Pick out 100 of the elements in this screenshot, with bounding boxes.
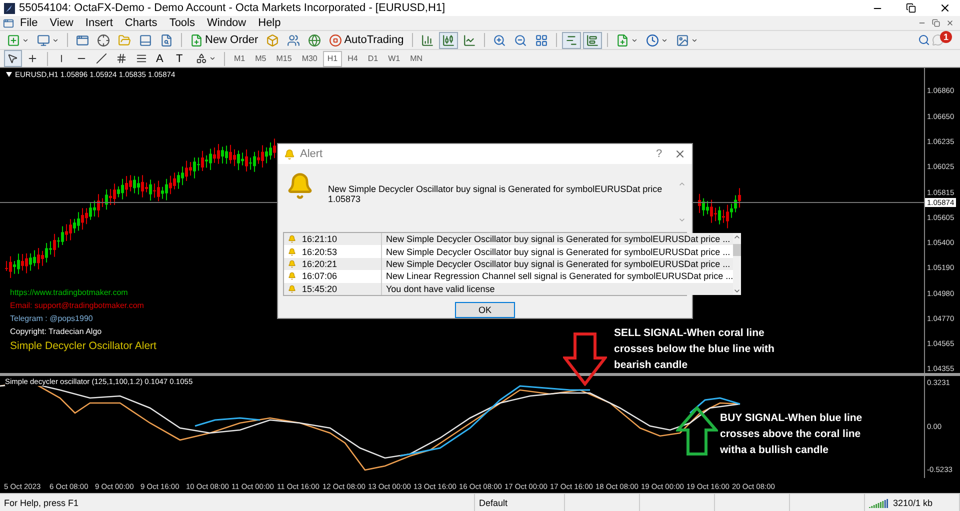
timeframe-tab[interactable]: M15 <box>272 50 296 67</box>
dialog-title: Alert <box>300 148 324 160</box>
down-arrow-icon <box>563 332 607 386</box>
crosshair-icon <box>97 34 110 47</box>
new-chart-icon <box>7 34 20 47</box>
alert-row-message: New Simple Decycler Oscillator buy signal is Generated for symbolEURUSDat price ... <box>385 258 732 269</box>
candlestick-icon <box>442 34 455 47</box>
text-tool-button[interactable]: T <box>173 50 191 68</box>
zoom-out-icon <box>514 34 527 47</box>
bell-icon <box>286 172 314 200</box>
alert-time: 16:20:21 <box>302 258 338 269</box>
folder-icon <box>118 34 131 47</box>
menu-item[interactable]: Help <box>252 16 287 30</box>
monitor-icon <box>37 34 50 47</box>
timeframe-tab[interactable]: H1 <box>323 50 342 67</box>
bell-icon <box>288 284 296 293</box>
close-button[interactable] <box>946 19 954 27</box>
shapes-icon <box>196 53 207 64</box>
info-text: Copyright: Tradecian Algo <box>10 327 103 336</box>
toolbar-button[interactable] <box>4 50 22 68</box>
autotrading-button[interactable]: AutoTrading <box>326 32 407 49</box>
signal-bars-icon <box>869 498 889 508</box>
bell-icon <box>288 235 296 244</box>
lines-icon <box>136 53 147 64</box>
info-text: Telegram : @pops1990 <box>10 314 94 324</box>
restore-button[interactable] <box>932 19 940 27</box>
close-icon <box>939 2 951 14</box>
file-search-icon <box>160 34 173 47</box>
restore-icon <box>906 3 916 13</box>
alert-time: 16:07:06 <box>302 271 338 282</box>
globe-icon <box>308 34 322 47</box>
indicator-title: Simple Decycler Oscillator Alert <box>10 340 156 352</box>
alert-message: New Simple Decycler Oscillator buy signal is Generated for symbolEURUSDat price 1.05873 <box>328 182 664 206</box>
bell-icon <box>288 272 296 280</box>
text-tool-button[interactable]: A <box>153 50 171 68</box>
file-plus-icon <box>616 34 629 47</box>
timeframe-tab[interactable]: M30 <box>298 50 322 67</box>
new-order-button[interactable]: New Order <box>187 32 262 49</box>
grid-icon <box>534 34 548 47</box>
menu-item[interactable]: Insert <box>79 16 119 30</box>
alert-row-message: You dont have valid license <box>385 284 496 294</box>
menu-item[interactable]: Window <box>201 16 252 30</box>
alert-time: 16:20:53 <box>302 246 338 257</box>
menu-item[interactable]: View <box>44 16 80 30</box>
document-icon <box>3 18 14 28</box>
users-icon <box>287 34 300 47</box>
line-chart-icon <box>462 34 476 47</box>
app-icon <box>4 2 15 14</box>
window-title: 55054104: OctaFX-Demo - Demo Account - Octa Markets Incorporated - [EURUSD,H1] <box>19 2 446 14</box>
window-icon <box>76 34 89 47</box>
timeframe-tab[interactable]: MN <box>406 50 427 67</box>
status-text: For Help, press F1 <box>4 498 79 508</box>
timeframe-tab[interactable]: D1 <box>364 50 382 67</box>
alert-row-message: New Linear Regression Channel sell signal is Generated for symbolEURUSDat price ... <box>385 271 734 282</box>
alert-row-message: New Simple Decycler Oscillator buy signal is Generated for symbolEURUSDat price ... <box>385 234 732 244</box>
menu-item[interactable]: File <box>14 16 44 30</box>
up-arrow-icon <box>676 406 718 456</box>
file-plus-icon <box>190 34 203 47</box>
profile-name: Default <box>479 498 508 508</box>
cursor-icon <box>7 53 18 64</box>
bar-chart-icon <box>420 34 434 47</box>
close-icon[interactable] <box>674 148 686 160</box>
menu-item[interactable]: Tools <box>163 16 201 30</box>
trendline-icon <box>96 53 107 64</box>
traffic-text: 3210/1 kb <box>893 498 933 508</box>
bell-icon <box>284 148 295 160</box>
ok-button[interactable]: OK <box>455 302 515 318</box>
bell-icon <box>288 260 296 268</box>
scroll-thumb[interactable] <box>733 244 742 256</box>
annotation-text: SELL SIGNAL-When coral line crosses below the blue line with bearish candle <box>614 326 774 374</box>
alert-time: 16:21:10 <box>302 234 338 244</box>
alert-row[interactable]: 16:20:21 New Simple Decycler Oscillator buy signal is Generated for symbolEURUSDat price ... <box>284 258 734 270</box>
annotation-text: BUY SIGNAL-When blue line crosses above the coral line witha a bullish candle <box>720 411 862 458</box>
clock-icon <box>646 34 659 47</box>
panel-icon <box>139 34 152 47</box>
info-text: https://www.tradingbotmaker.com <box>10 288 129 298</box>
alert-row[interactable]: 16:21:10 New Simple Decycler Oscillator buy signal is Generated for symbolEURUSDat price ... <box>284 232 734 246</box>
box-icon <box>266 34 280 47</box>
zoom-in-icon <box>492 34 506 47</box>
bell-icon <box>288 248 296 256</box>
caret-icon <box>6 72 12 78</box>
timeframe-tab[interactable]: H4 <box>344 50 362 67</box>
toolbar-button[interactable] <box>438 32 458 49</box>
alert-row-message: New Simple Decycler Oscillator buy signal is Generated for symbolEURUSDat price ... <box>385 246 732 257</box>
toolbar-button[interactable] <box>582 32 602 49</box>
search-icon[interactable] <box>918 34 930 46</box>
stop-icon <box>329 34 342 47</box>
info-text: Email: support@tradingbotmaker.com <box>10 301 145 310</box>
image-icon <box>676 34 689 47</box>
toolbar-button[interactable] <box>562 32 581 49</box>
timeframe-tab[interactable]: M5 <box>251 50 270 67</box>
alert-row[interactable]: 15:45:20 You dont have valid license <box>284 282 734 295</box>
help-button[interactable]: ? <box>649 147 669 162</box>
notification-badge: 1 <box>940 31 952 44</box>
alert-time: 15:45:20 <box>302 284 338 294</box>
timeframe-tab[interactable]: W1 <box>384 50 404 67</box>
chat-icon[interactable] <box>932 34 944 46</box>
timeframe-tab[interactable]: M1 <box>230 50 250 67</box>
menu-item[interactable]: Charts <box>118 16 164 30</box>
scrollbar[interactable] <box>733 232 742 295</box>
